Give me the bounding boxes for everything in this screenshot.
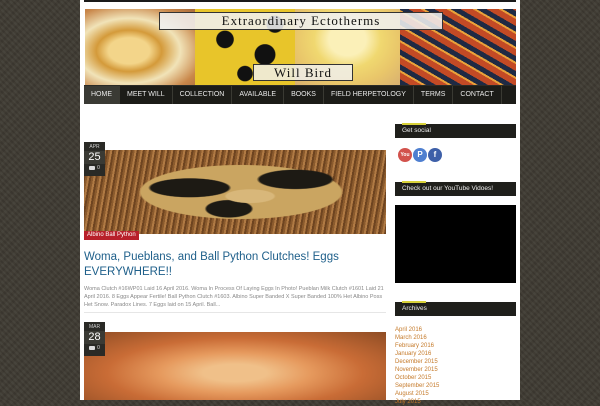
archive-link[interactable]: September 2015 [395,382,516,390]
youtube-video-embed[interactable] [395,205,516,283]
nav-item-collection[interactable]: Collection [173,86,233,104]
main-nav: Home Meet Will Collection Available Book… [84,85,516,104]
post-date-day: 25 [84,151,105,164]
archive-link[interactable]: March 2016 [395,334,516,342]
archive-link[interactable]: August 2015 [395,390,516,398]
top-divider [84,0,516,2]
site-subtitle: Will Bird [253,64,353,81]
nav-item-terms[interactable]: Terms [414,86,454,104]
pinterest-icon[interactable]: P [413,148,427,162]
nav-item-field-herpetology[interactable]: Field Herpetology [324,86,414,104]
archive-link[interactable]: April 2016 [395,326,516,334]
archive-link[interactable]: December 2015 [395,358,516,366]
archives-list: April 2016 March 2016 February 2016 Janu… [395,326,516,406]
post-date-badge: Apr 25 0 [84,142,105,176]
page-container: Extraordinary Ectotherms Will Bird Home … [80,0,520,405]
archive-link[interactable]: July 2015 [395,398,516,406]
post-title[interactable]: Woma, Pueblans, and Ball Python Clutches… [84,250,386,280]
post-date-day: 28 [84,331,105,344]
nav-item-contact[interactable]: Contact [453,86,502,104]
archive-link[interactable]: January 2016 [395,350,516,358]
nav-item-books[interactable]: Books [284,86,324,104]
post-divider [84,312,386,313]
post-featured-image[interactable] [84,150,386,234]
facebook-icon[interactable]: f [428,148,442,162]
nav-item-meet-will[interactable]: Meet Will [120,86,173,104]
widget-title-archives: Archives [395,301,516,316]
comment-icon [89,165,96,170]
comment-icon [89,345,96,350]
site-title: Extraordinary Ectotherms [159,12,443,30]
header-banner[interactable]: Extraordinary Ectotherms Will Bird [85,9,516,85]
comment-count-value: 0 [97,165,100,171]
post-comment-count[interactable]: 0 [84,164,105,173]
archive-link[interactable]: November 2015 [395,366,516,374]
post-category-tag[interactable]: Albino Ball Python [84,231,139,240]
post-comment-count[interactable]: 0 [84,344,105,353]
archive-link[interactable]: October 2015 [395,374,516,382]
youtube-icon[interactable]: You [398,148,412,162]
widget-title-social: Get social [395,123,516,138]
social-icons: You P f [398,148,442,162]
post-excerpt: Woma Clutch #16WP01 Laid 16 April 2016. … [84,286,384,308]
nav-item-home[interactable]: Home [84,86,120,104]
post-date-month: Apr [89,144,100,150]
post-date-badge: Mar 28 0 [84,322,105,356]
post-featured-image[interactable] [84,332,386,400]
post-date-month: Mar [88,324,101,330]
widget-title-youtube: Check out our YouTube Vidoes! [395,181,516,196]
comment-count-value: 0 [97,345,100,351]
nav-item-available[interactable]: Available [232,86,285,104]
archive-link[interactable]: February 2016 [395,342,516,350]
